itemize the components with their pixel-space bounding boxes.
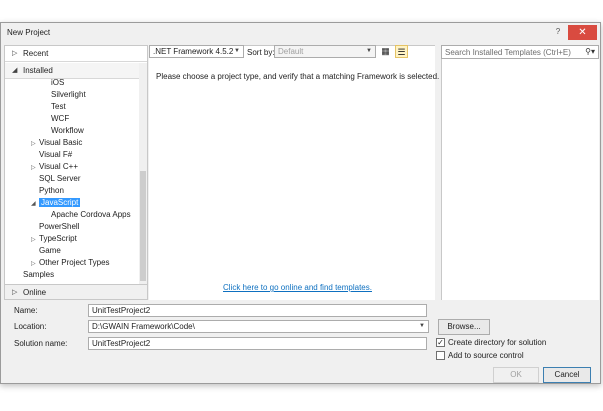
tree-scrollbar-thumb[interactable] xyxy=(140,171,146,281)
tree-item-label: Samples xyxy=(23,270,55,279)
help-button[interactable]: ? xyxy=(552,26,564,38)
chevron-down-icon: ▼ xyxy=(234,48,240,54)
chevron-down-icon: ▼ xyxy=(366,48,372,54)
tree-item[interactable]: Test xyxy=(51,101,66,113)
project-form: Name: UnitTestProject2 Location: D:\GWAI… xyxy=(1,301,600,383)
location-value: D:\GWAIN Framework\Code\ xyxy=(92,322,195,331)
tree-item[interactable]: Workflow xyxy=(51,125,84,137)
recent-label: Recent xyxy=(23,49,49,58)
browse-button[interactable]: Browse... xyxy=(438,319,490,335)
tree-item-label: Workflow xyxy=(51,126,84,135)
medium-icons-view-icon[interactable]: ▦ xyxy=(379,45,392,58)
tree-item-label: TypeScript xyxy=(39,234,77,243)
tree-expander-icon[interactable]: ◢ xyxy=(31,198,39,210)
tree-item-label: Visual F# xyxy=(39,150,73,159)
solution-name-field[interactable]: UnitTestProject2 xyxy=(88,337,427,350)
close-button[interactable]: ✕ xyxy=(568,25,597,40)
tree-item-label: Python xyxy=(39,186,64,195)
tree-item-label: Silverlight xyxy=(51,90,86,99)
list-view-icon[interactable]: ☰ xyxy=(395,45,408,58)
tree-item-label: Game xyxy=(39,246,61,255)
tree-item-label: Visual C++ xyxy=(39,162,78,171)
collapse-arrow-icon: ◢ xyxy=(12,67,18,74)
tree-item-label: Visual Basic xyxy=(39,138,83,147)
tree-item-label: Test xyxy=(51,102,66,111)
tree-item[interactable]: ▷ TypeScript xyxy=(31,233,77,245)
tree-item[interactable]: ▷ Visual C++ xyxy=(31,161,78,173)
tree-item-label: JavaScript xyxy=(39,198,81,207)
tree-item[interactable]: Game xyxy=(39,245,61,257)
select-project-type-message: Please choose a project type, and verify… xyxy=(156,72,440,81)
tree-item[interactable]: PowerShell xyxy=(39,221,79,233)
tree-item[interactable]: iOS xyxy=(51,77,64,89)
tree-item-label: iOS xyxy=(51,78,65,87)
tree-expander-icon[interactable]: ▷ xyxy=(31,234,39,246)
tree-item-label: PowerShell xyxy=(39,222,80,231)
go-online-link[interactable]: Click here to go online and find templat… xyxy=(223,283,372,292)
tree-item-label: SQL Server xyxy=(39,174,81,183)
recent-section[interactable]: ▷ Recent xyxy=(5,46,147,62)
template-details-pane xyxy=(441,45,599,300)
location-label: Location: xyxy=(14,322,47,331)
add-source-control-label: Add to source control xyxy=(448,351,524,360)
template-tree-pane: ▷ Recent ◢ Installed iOS Silverlight Test W… xyxy=(4,45,148,300)
search-templates-input[interactable]: Search Installed Templates (Ctrl+E) ⚲▾ xyxy=(441,45,599,59)
tree-item[interactable]: ▷ Other Project Types xyxy=(31,257,110,269)
tree-item[interactable]: Python xyxy=(39,185,64,197)
solution-name-label: Solution name: xyxy=(14,339,68,348)
framework-value: .NET Framework 4.5.2 xyxy=(153,47,234,56)
tree-item[interactable]: ▷ Visual Basic xyxy=(31,137,82,149)
tree-item[interactable]: Samples xyxy=(23,269,54,281)
location-field[interactable]: D:\GWAIN Framework\Code\ ▼ xyxy=(88,320,429,333)
title-bar[interactable]: New Project ? ✕ xyxy=(1,23,600,42)
tree-item-label: WCF xyxy=(51,114,70,123)
tree-item[interactable]: Silverlight xyxy=(51,89,86,101)
search-icon[interactable]: ⚲▾ xyxy=(585,47,595,56)
checkmark-icon: ✓ xyxy=(437,338,444,347)
tree-item-label: Other Project Types xyxy=(39,258,110,267)
create-directory-checkbox[interactable]: ✓ xyxy=(436,338,445,347)
search-placeholder: Search Installed Templates (Ctrl+E) xyxy=(445,48,571,57)
expand-arrow-icon: ▷ xyxy=(12,50,18,57)
template-list-pane xyxy=(149,45,435,300)
sort-by-label: Sort by: xyxy=(247,48,275,57)
sort-by-dropdown[interactable]: Default ▼ xyxy=(274,45,376,58)
window-title: New Project xyxy=(7,28,51,37)
sort-by-value: Default xyxy=(278,47,304,56)
cancel-button[interactable]: Cancel xyxy=(543,367,591,383)
name-field[interactable]: UnitTestProject2 xyxy=(88,304,427,317)
installed-section[interactable]: ◢ Installed xyxy=(5,63,147,79)
chevron-down-icon: ▼ xyxy=(419,323,425,329)
tree-expander-icon[interactable]: ▷ xyxy=(31,162,39,174)
new-project-dialog: New Project ? ✕ ▷ Recent ◢ Installed iOS… xyxy=(0,22,601,384)
tree-item[interactable]: WCF xyxy=(51,113,69,125)
framework-dropdown[interactable]: .NET Framework 4.5.2 ▼ xyxy=(149,45,244,58)
tree-item[interactable]: Visual F# xyxy=(39,149,72,161)
add-source-control-checkbox[interactable] xyxy=(436,351,445,360)
expand-arrow-icon: ▷ xyxy=(12,289,18,296)
tree-item[interactable]: ◢ JavaScript xyxy=(31,197,81,210)
tree-scrollbar[interactable] xyxy=(139,63,147,299)
name-label: Name: xyxy=(14,306,38,315)
online-section[interactable]: ▷ Online xyxy=(4,284,148,300)
online-label: Online xyxy=(23,288,47,297)
tree-item[interactable]: Apache Cordova Apps xyxy=(51,209,131,221)
ok-button[interactable]: OK xyxy=(493,367,539,383)
tree-item[interactable]: SQL Server xyxy=(39,173,81,185)
create-directory-label: Create directory for solution xyxy=(448,338,547,347)
tree-item-label: Apache Cordova Apps xyxy=(51,210,131,219)
tree-expander-icon[interactable]: ▷ xyxy=(31,138,39,150)
installed-label: Installed xyxy=(23,66,53,75)
